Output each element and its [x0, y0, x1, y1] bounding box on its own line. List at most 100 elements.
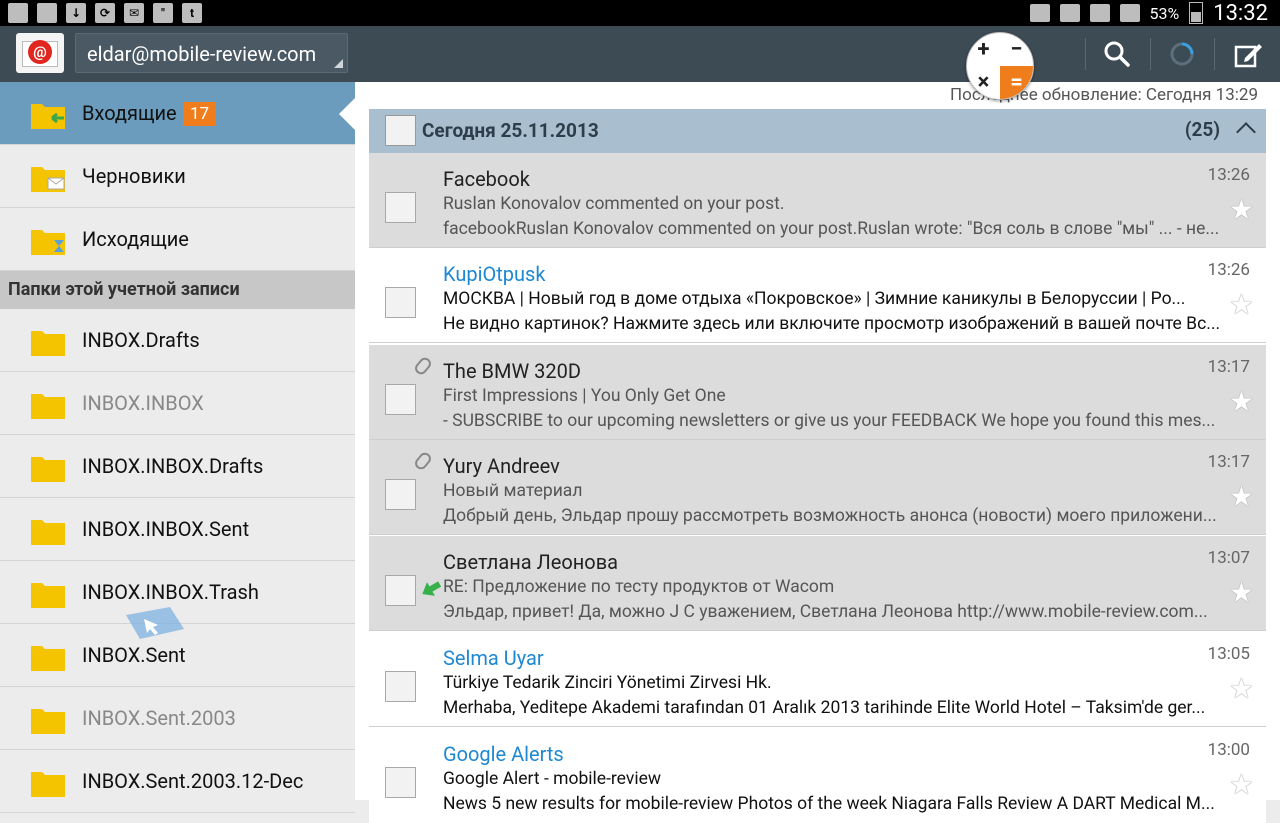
- message-list-pane: Последнее обновление: Сегодня 13:29 Сего…: [355, 82, 1280, 823]
- message-sender: Google Alerts: [443, 742, 564, 766]
- sim-icon: [8, 3, 28, 23]
- folder-label: INBOX.INBOX.Drafts: [82, 454, 264, 478]
- message-row[interactable]: Светлана Леонова RE: Предложение по тест…: [369, 536, 1266, 631]
- folder-label: INBOX.Drafts: [82, 328, 200, 352]
- folder-icon: [31, 583, 65, 608]
- folder-item[interactable]: INBOX.INBOX: [0, 372, 355, 435]
- sidebar-item-label: Исходящие: [82, 227, 189, 251]
- message-row[interactable]: Facebook Ruslan Konovalov commented on y…: [369, 153, 1266, 248]
- separator: [1150, 38, 1151, 70]
- message-preview: - SUBSCRIBE to our upcoming newsletters …: [443, 411, 1216, 431]
- message-subject: First Impressions | You Only Get One: [443, 386, 726, 406]
- message-checkbox[interactable]: [385, 671, 416, 702]
- folder-label: INBOX.INBOX: [82, 391, 204, 415]
- separator: [1085, 38, 1086, 70]
- plus-icon: +: [977, 37, 990, 62]
- message-checkbox[interactable]: [385, 479, 416, 510]
- replied-icon: [422, 581, 442, 596]
- floating-calculator-button[interactable]: + − × =: [966, 32, 1034, 100]
- group-date-label: Сегодня 25.11.2013: [422, 119, 599, 142]
- message-checkbox[interactable]: [385, 767, 416, 798]
- message-sender: Facebook: [443, 167, 530, 191]
- message-preview: Добрый день, Эльдар прошу рассмотреть во…: [443, 506, 1217, 526]
- star-icon[interactable]: ★: [1229, 771, 1254, 799]
- star-icon[interactable]: ★: [1229, 675, 1254, 703]
- compose-icon: [1234, 44, 1262, 68]
- folder-item[interactable]: INBOX.INBOX.Sent: [0, 498, 355, 561]
- star-icon[interactable]: ★: [1229, 388, 1254, 416]
- message-subject: RE: Предложение по тесту продуктов от Wa…: [443, 577, 835, 597]
- nfc-icon: [1029, 4, 1050, 22]
- message-preview: facebookRuslan Konovalov commented on yo…: [443, 219, 1220, 239]
- message-subject: Google Alert - mobile-review: [443, 769, 662, 789]
- message-time: 13:00: [1207, 740, 1250, 760]
- folder-label: INBOX.INBOX.Sent: [82, 517, 250, 541]
- message-row[interactable]: The BMW 320D First Impressions | You Onl…: [369, 345, 1266, 440]
- sidebar-item-label: Черновики: [82, 164, 186, 188]
- message-row[interactable]: Google Alerts Google Alert - mobile-revi…: [369, 728, 1266, 823]
- gallery-icon: [37, 3, 57, 23]
- mail-icon: ✉: [124, 3, 144, 23]
- message-checkbox[interactable]: [385, 287, 416, 318]
- group-select-checkbox[interactable]: [385, 115, 416, 146]
- alarm-icon: [1059, 4, 1080, 22]
- wifi-icon: [1089, 4, 1110, 22]
- folder-label: INBOX.INBOX.Trash: [82, 580, 259, 604]
- message-time: 13:07: [1207, 548, 1250, 568]
- star-icon[interactable]: ★: [1229, 291, 1254, 319]
- folder-icon: [31, 520, 65, 545]
- message-time: 13:17: [1207, 357, 1250, 377]
- sidebar-item-inbox[interactable]: Входящие 17: [0, 82, 355, 145]
- message-row[interactable]: KupiOtpusk МОСКВА | Новый год в доме отд…: [369, 248, 1266, 343]
- account-selector[interactable]: eldar@mobile-review.com: [75, 33, 348, 73]
- message-subject: Türkiye Tedarik Zinciri Yönetimi Zirvesi…: [443, 673, 772, 693]
- folder-label: INBOX.Sent: [82, 643, 186, 667]
- date-group-header[interactable]: Сегодня 25.11.2013 (25): [369, 109, 1266, 153]
- folder-icon: [31, 457, 65, 482]
- message-subject: Новый материал: [443, 481, 583, 501]
- message-row[interactable]: Yury Andreev Новый материал Добрый день,…: [369, 440, 1266, 535]
- folder-label: INBOX.Sent.2003: [82, 706, 236, 730]
- search-button[interactable]: [1097, 34, 1137, 74]
- star-icon[interactable]: ★: [1229, 196, 1254, 224]
- message-checkbox[interactable]: [385, 575, 416, 606]
- sidebar-item-label: Входящие: [82, 101, 177, 125]
- refresh-spinner-icon: [1170, 42, 1194, 66]
- sidebar-item-drafts[interactable]: Черновики: [0, 145, 355, 208]
- message-time: 13:26: [1207, 165, 1250, 185]
- folder-icon: [31, 331, 65, 356]
- folder-item[interactable]: INBOX.Drafts: [0, 309, 355, 372]
- compose-button[interactable]: [1228, 34, 1268, 74]
- folder-item[interactable]: INBOX.INBOX.Drafts: [0, 435, 355, 498]
- star-icon[interactable]: ★: [1229, 579, 1254, 607]
- collapse-chevron-icon[interactable]: [1236, 122, 1256, 142]
- multiply-icon: ×: [977, 70, 990, 95]
- separator: [1214, 38, 1215, 70]
- group-count: (25): [1184, 118, 1220, 141]
- attachment-icon: [412, 450, 434, 472]
- message-preview: News 5 new results for mobile-review Pho…: [443, 794, 1215, 814]
- message-time: 13:17: [1207, 452, 1250, 472]
- status-bar: ↓ ⟳ ✉ " t 53% 13:32: [0, 0, 1280, 26]
- refresh-button[interactable]: [1162, 34, 1202, 74]
- sidebar-item-outbox[interactable]: Исходящие: [0, 208, 355, 271]
- star-icon[interactable]: ★: [1229, 483, 1254, 511]
- app-logo[interactable]: @: [16, 33, 64, 73]
- message-sender: Yury Andreev: [443, 454, 560, 478]
- download-icon: ↓: [66, 3, 86, 23]
- dropdown-icon: [334, 59, 343, 68]
- search-icon: [1104, 41, 1130, 67]
- battery-icon: [1189, 2, 1204, 24]
- folder-sidebar: Входящие 17 Черновики Исходящие Папки эт…: [0, 82, 355, 813]
- account-folders-header: Папки этой учетной записи: [0, 271, 355, 309]
- folder-item[interactable]: INBOX.Sent.2003.12-Dec: [0, 750, 355, 813]
- message-preview: Не видно картинок? Нажмите здесь или вкл…: [443, 314, 1221, 334]
- selection-pointer: [339, 98, 355, 130]
- message-subject: Ruslan Konovalov commented on your post.: [443, 194, 785, 214]
- message-checkbox[interactable]: [385, 384, 416, 415]
- message-row[interactable]: Selma Uyar Türkiye Tedarik Zinciri Yönet…: [369, 632, 1266, 727]
- message-sender: The BMW 320D: [443, 359, 581, 383]
- folder-item[interactable]: INBOX.Sent.2003: [0, 687, 355, 750]
- sync-icon: ⟳: [95, 3, 115, 23]
- message-checkbox[interactable]: [385, 192, 416, 223]
